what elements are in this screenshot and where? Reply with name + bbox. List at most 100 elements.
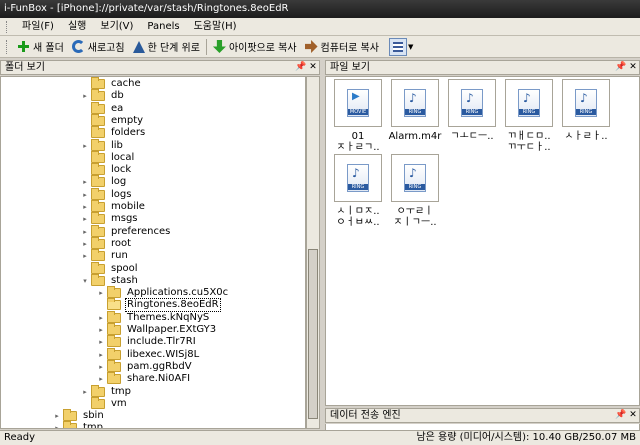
file-thumbnail[interactable] xyxy=(391,154,439,202)
pin-icon[interactable]: 📌 xyxy=(615,409,627,422)
tree-item[interactable]: cache xyxy=(81,77,143,90)
menu-file[interactable]: 파일(F) xyxy=(15,18,61,36)
file-item[interactable]: ㅅㅣㅁㅈ.. ㅇㅓㅂㅆ.. xyxy=(328,154,388,228)
expand-toggle[interactable]: ▸ xyxy=(97,312,105,324)
tree-item[interactable]: ▸ mobile xyxy=(81,200,147,213)
expand-toggle[interactable]: ▸ xyxy=(97,361,105,373)
refresh-label: 새로고침 xyxy=(87,43,125,54)
tree-item[interactable]: ▸ msgs xyxy=(81,212,140,225)
pin-icon[interactable]: 📌 xyxy=(615,61,627,74)
tree-item-label: sbin xyxy=(83,410,104,422)
tree-item[interactable]: ▸ logs xyxy=(81,187,133,201)
expand-toggle[interactable]: ▸ xyxy=(97,287,105,299)
folder-tree[interactable]: cache ▸ db ea empty folders ▸ lib local lock ▸ log ▸… xyxy=(0,76,306,429)
menu-grip[interactable] xyxy=(6,20,9,33)
new-folder-button[interactable]: 새 폴더 xyxy=(13,37,68,57)
copy-to-iphone-button[interactable]: 아이팟으로 복사 xyxy=(209,37,301,57)
file-item[interactable]: ㅅㅏㄹㅏ.. xyxy=(556,79,616,142)
tree-item[interactable]: vm xyxy=(81,396,129,410)
file-thumbnail[interactable] xyxy=(334,154,382,202)
menu-view[interactable]: 보기(V) xyxy=(93,18,140,36)
folder-icon xyxy=(91,113,105,126)
plus-icon xyxy=(17,40,30,53)
expand-toggle[interactable]: ▸ xyxy=(81,201,89,213)
file-thumbnail[interactable] xyxy=(505,79,553,127)
expand-toggle[interactable]: ▸ xyxy=(81,386,89,398)
expand-toggle[interactable]: ▸ xyxy=(81,176,89,188)
tree-item[interactable]: ▸ preferences xyxy=(81,224,172,238)
folder-icon xyxy=(91,150,105,163)
copy-to-pc-button[interactable]: 컴퓨터로 복사 xyxy=(301,37,383,57)
tree-item[interactable]: ea xyxy=(81,101,125,115)
tree-item[interactable]: ▸ log xyxy=(81,175,128,188)
expand-toggle[interactable]: ▸ xyxy=(97,324,105,336)
close-icon[interactable]: ✕ xyxy=(627,61,639,74)
file-item[interactable]: ㄱㅗㄷㅡ.. xyxy=(442,79,502,142)
file-view[interactable]: 01 ㅈㅏㄹㄱ.. Alarm.m4r ㄱㅗㄷㅡ.. ㄲㅐㄷㅁ.. ㄲㅜㄷㅏ.. ㅅㅏㄹ… xyxy=(325,76,640,406)
tree-item[interactable]: ▸ lib xyxy=(81,138,125,152)
ringtone-file-icon xyxy=(347,164,369,192)
file-item[interactable]: ㅇㅜㄹㅣ ㅈㅣㄱㅡ.. xyxy=(385,154,445,228)
tree-item[interactable]: ▸ db xyxy=(81,89,126,102)
expand-toggle[interactable]: ▸ xyxy=(97,349,105,361)
expand-toggle[interactable]: ▸ xyxy=(97,336,105,348)
tree-item[interactable]: ▸ tmp xyxy=(53,421,105,428)
expand-toggle[interactable]: ▾ xyxy=(81,275,89,287)
folder-icon xyxy=(91,101,105,114)
tree-item[interactable]: ▸ Themes.kNqNyS xyxy=(97,310,211,324)
tree-item[interactable]: ▸ run xyxy=(81,249,130,262)
tree-item[interactable]: ▸ Applications.cu5X0c xyxy=(97,286,230,299)
expand-toggle[interactable]: ▸ xyxy=(53,422,61,428)
view-mode-icon[interactable] xyxy=(388,37,407,56)
tree-item[interactable]: ▸ Wallpaper.EXtGY3 xyxy=(97,323,218,336)
tree-item-label: folders xyxy=(111,127,146,139)
pin-icon[interactable]: 📌 xyxy=(295,61,307,74)
menu-help[interactable]: 도움말(H) xyxy=(187,18,244,36)
toolbar-grip[interactable] xyxy=(6,39,9,54)
tree-item[interactable]: local xyxy=(81,150,136,164)
folder-icon xyxy=(107,335,121,348)
file-name: ㅅㅏㄹㅏ.. xyxy=(564,131,608,142)
file-item[interactable]: Alarm.m4r xyxy=(385,79,445,142)
tree-item[interactable]: ▸ sbin xyxy=(53,409,106,422)
file-thumbnail[interactable] xyxy=(334,79,382,127)
tree-item-label: empty xyxy=(111,114,144,126)
close-icon[interactable]: ✕ xyxy=(627,409,639,422)
tree-item[interactable]: folders xyxy=(81,126,147,139)
tree-item[interactable]: ▾ stash xyxy=(81,273,140,287)
tree-item[interactable]: ▸ root xyxy=(81,236,133,250)
expand-toggle[interactable]: ▸ xyxy=(81,189,89,201)
tree-item[interactable]: ▸ libexec.WISj8L xyxy=(97,347,201,361)
view-dropdown-icon[interactable]: ▼ xyxy=(408,43,413,51)
menu-run[interactable]: 실행 xyxy=(61,18,93,36)
expand-toggle[interactable]: ▸ xyxy=(81,140,89,152)
expand-toggle[interactable]: ▸ xyxy=(81,238,89,250)
expand-toggle[interactable]: ▸ xyxy=(53,410,61,422)
up-button[interactable]: 한 단계 위로 xyxy=(129,37,204,57)
expand-toggle[interactable]: ▸ xyxy=(97,373,105,385)
refresh-button[interactable]: 새로고침 xyxy=(68,37,129,57)
expand-toggle[interactable]: ▸ xyxy=(81,90,89,102)
file-thumbnail[interactable] xyxy=(448,79,496,127)
tree-item[interactable]: empty xyxy=(81,113,145,127)
expand-toggle[interactable]: ▸ xyxy=(81,250,89,262)
menu-panels[interactable]: Panels xyxy=(140,18,186,36)
file-item[interactable]: 01 ㅈㅏㄹㄱ.. xyxy=(328,79,388,153)
tree-item[interactable]: ▸ tmp xyxy=(81,384,133,398)
tree-item[interactable]: spool xyxy=(81,261,140,275)
tree-item[interactable]: ▸ share.Ni0AFI xyxy=(97,372,192,385)
file-thumbnail[interactable] xyxy=(391,79,439,127)
expand-toggle[interactable]: ▸ xyxy=(81,213,89,225)
tree-item[interactable]: lock xyxy=(81,163,133,176)
file-item[interactable]: ㄲㅐㄷㅁ.. ㄲㅜㄷㅏ.. xyxy=(499,79,559,153)
folder-icon xyxy=(91,126,105,139)
scrollbar-thumb[interactable] xyxy=(308,249,318,419)
expand-toggle[interactable]: ▸ xyxy=(81,226,89,238)
tree-item[interactable]: ▸ include.Tlr7RI xyxy=(97,335,198,348)
file-thumbnail[interactable] xyxy=(562,79,610,127)
tree-item[interactable]: ▸ pam.ggRbdV xyxy=(97,359,194,373)
tree-scrollbar[interactable] xyxy=(306,76,320,429)
tree-item-label: libexec.WISj8L xyxy=(127,348,200,360)
tree-item[interactable]: Ringtones.8eoEdR xyxy=(97,298,221,313)
close-icon[interactable]: ✕ xyxy=(307,61,319,74)
